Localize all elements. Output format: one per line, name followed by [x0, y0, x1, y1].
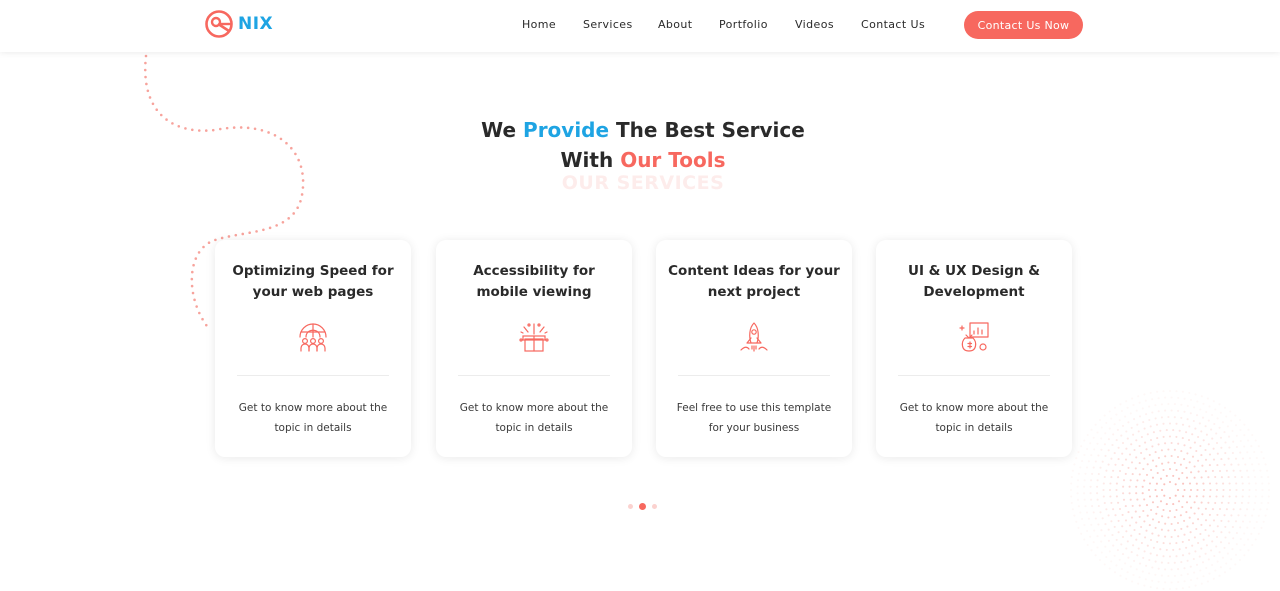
card-title: Content Ideas for your next project	[666, 261, 842, 303]
analytics-icon	[959, 322, 989, 352]
heading-text: The Best Service	[609, 118, 805, 142]
carousel-pagination	[628, 503, 657, 510]
card-text-line: for your business	[708, 422, 800, 434]
card-description: Get to know more about the topic in deta…	[890, 398, 1058, 438]
card-title: Accessibility for mobile viewing	[446, 261, 622, 303]
section-heading-line2: With Our Tools	[0, 148, 1280, 172]
card-title-line: your web pages	[252, 284, 374, 300]
pagination-dot-active[interactable]	[639, 503, 646, 510]
card-description: Get to know more about the topic in deta…	[450, 398, 618, 438]
card-title-line: Development	[923, 284, 1025, 300]
contact-us-now-button[interactable]: Contact Us Now	[964, 11, 1083, 39]
card-text-line: topic in details	[274, 422, 352, 434]
card-text-line: Feel free to use this template	[676, 402, 832, 414]
pagination-dot[interactable]	[628, 504, 633, 509]
nav-item-contact[interactable]: Contact Us	[861, 18, 925, 31]
heading-text: With	[560, 148, 621, 172]
card-divider	[458, 375, 610, 376]
card-divider	[237, 375, 389, 376]
card-title-line: Accessibility for	[473, 263, 595, 279]
logo-icon	[205, 10, 233, 38]
rocket-icon	[740, 322, 768, 352]
service-card[interactable]: Accessibility for mobile viewing Get to …	[436, 240, 632, 457]
card-description: Get to know more about the topic in deta…	[229, 398, 397, 438]
card-title: Optimizing Speed for your web pages	[225, 261, 401, 303]
radial-dot-pattern	[1069, 389, 1271, 591]
heading-highlight-blue: Provide	[523, 118, 610, 142]
card-title-line: Optimizing Speed for	[232, 263, 394, 279]
service-card[interactable]: Optimizing Speed for your web pages Get …	[215, 240, 411, 457]
card-text-line: Get to know more about the	[238, 402, 388, 414]
section-ghost-label: OUR SERVICES	[561, 172, 725, 194]
card-divider	[898, 375, 1050, 376]
card-title-line: UI & UX Design &	[907, 263, 1040, 279]
nav-item-videos[interactable]: Videos	[795, 18, 834, 31]
card-title-line: Content Ideas for your	[668, 263, 840, 279]
heading-highlight-coral: Our Tools	[620, 148, 726, 172]
card-title-line: next project	[707, 284, 801, 300]
nav-item-home[interactable]: Home	[522, 18, 556, 31]
gift-box-icon	[519, 323, 549, 352]
nav-item-services[interactable]: Services	[583, 18, 633, 31]
card-text-line: topic in details	[495, 422, 573, 434]
card-title: UI & UX Design & Development	[886, 261, 1062, 303]
pagination-dot[interactable]	[652, 504, 657, 509]
globe-team-icon	[299, 323, 327, 352]
section-heading-line1: We Provide The Best Service	[0, 118, 1280, 142]
card-text-line: Get to know more about the	[899, 402, 1049, 414]
card-text-line: topic in details	[935, 422, 1013, 434]
service-card[interactable]: UI & UX Design & Development Get to know…	[876, 240, 1072, 457]
card-description: Feel free to use this template for your …	[670, 398, 838, 438]
brand-name: NIX	[238, 14, 274, 34]
card-text-line: Get to know more about the	[459, 402, 609, 414]
heading-text: We	[481, 118, 524, 142]
card-title-line: mobile viewing	[476, 284, 592, 300]
logo[interactable]: NIX	[204, 9, 273, 39]
site-header: NIX Home Services About Portfolio Videos…	[0, 0, 1280, 52]
service-card[interactable]: Content Ideas for your next project Feel…	[656, 240, 852, 457]
nav-item-about[interactable]: About	[658, 18, 693, 31]
nav-item-portfolio[interactable]: Portfolio	[719, 18, 768, 31]
card-divider	[678, 375, 830, 376]
